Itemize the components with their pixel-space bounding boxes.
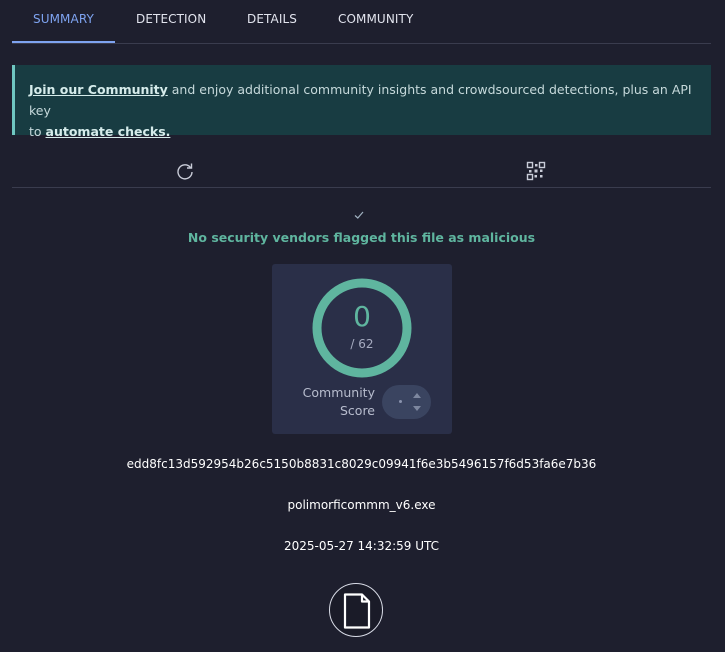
downvote-icon[interactable]	[413, 406, 421, 411]
active-tab-indicator	[12, 41, 115, 43]
file-name: polimorficommm_v6.exe	[287, 498, 436, 512]
tab-community[interactable]: COMMUNITY	[338, 0, 413, 43]
banner-text-2: to	[29, 124, 46, 139]
automate-checks-link[interactable]: automate checks.	[46, 124, 171, 139]
tab-bar: SUMMARY DETECTION DETAILS COMMUNITY	[12, 0, 711, 44]
tab-details[interactable]: DETAILS	[247, 0, 297, 43]
score-card: 0 / 62 Community Score	[272, 264, 452, 434]
check-icon	[354, 211, 364, 219]
file-type-badge	[329, 583, 383, 637]
community-score-dot	[399, 400, 402, 403]
community-label-line2: Score	[339, 403, 375, 418]
engine-total: / 62	[350, 337, 374, 351]
upvote-icon[interactable]	[413, 393, 421, 398]
join-community-link[interactable]: Join our Community	[29, 82, 168, 97]
refresh-icon[interactable]	[175, 161, 195, 181]
community-banner: Join our Community and enjoy additional …	[12, 65, 711, 139]
verdict-text: No security vendors flagged this file as…	[187, 230, 536, 245]
tab-summary[interactable]: SUMMARY	[33, 0, 94, 43]
community-vote-control[interactable]	[382, 385, 431, 419]
file-icon	[343, 593, 371, 629]
community-label-line1: Community	[302, 385, 375, 400]
summary-toolbar	[12, 152, 711, 188]
file-hash: edd8fc13d592954b26c5150b8831c8029c09941f…	[126, 457, 597, 471]
tab-detection[interactable]: DETECTION	[136, 0, 206, 43]
detection-count: 0	[353, 300, 371, 333]
community-score-label: Community Score	[284, 384, 375, 420]
analysis-timestamp: 2025-05-27 14:32:59 UTC	[283, 539, 440, 553]
qr-code-icon[interactable]	[526, 161, 546, 181]
